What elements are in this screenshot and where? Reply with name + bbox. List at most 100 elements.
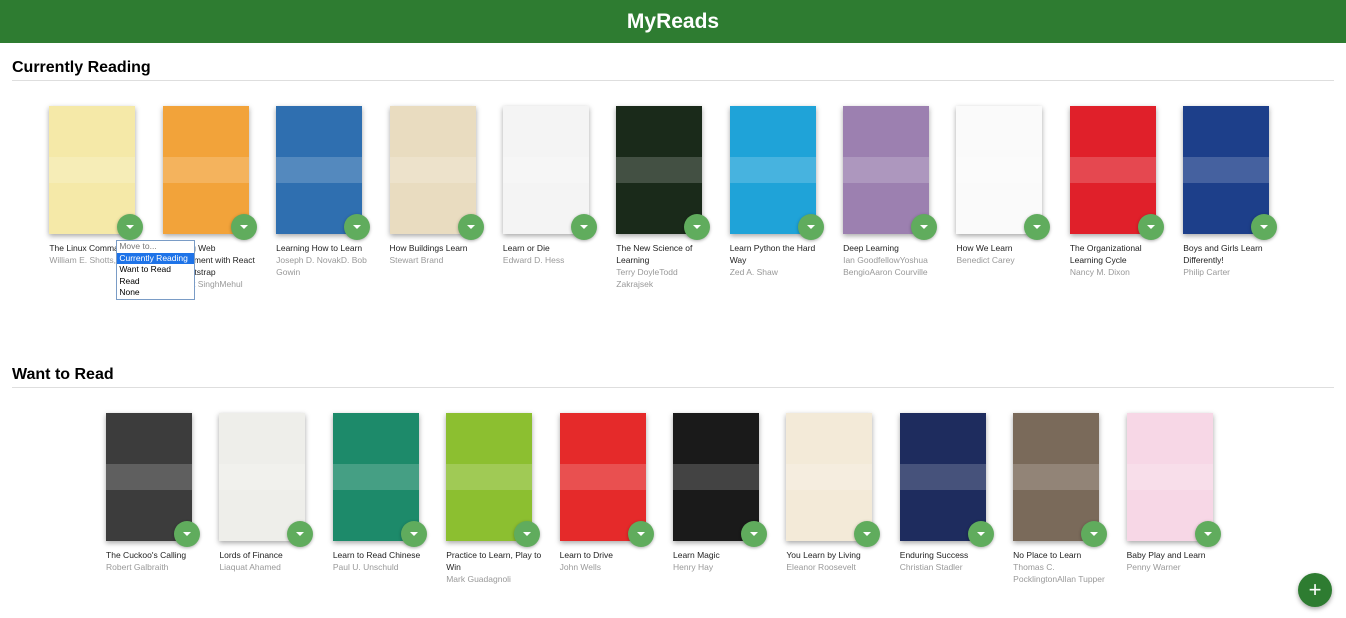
book: How Buildings Learn Stewart Brand xyxy=(389,106,503,302)
book-authors: Nancy M. Dixon xyxy=(1069,267,1130,277)
book-cover xyxy=(1069,106,1156,234)
shelf-changer-button[interactable] xyxy=(230,214,257,240)
book-authors: Stewart Brand xyxy=(389,255,444,265)
book-title: Deep Learning xyxy=(843,243,899,253)
dropdown-option[interactable]: Currently Reading xyxy=(117,252,195,264)
book: Deep Learning Ian GoodfellowYoshua Bengio… xyxy=(843,106,956,302)
book-title: Practice to Learn, Play to Win xyxy=(446,550,542,572)
book-authors: Paul U. Unschuld xyxy=(332,562,399,572)
book-cover xyxy=(616,106,703,234)
book-title: Baby Play and Learn xyxy=(1126,550,1206,560)
book-authors: Ian GoodfellowYoshua BengioAaron Courvil… xyxy=(843,255,928,277)
book-cover xyxy=(1126,413,1213,541)
book: The New Science of Learning Terry DoyleTo… xyxy=(616,106,729,302)
book-cover xyxy=(729,106,816,234)
app-title: MyReads xyxy=(626,9,720,33)
book-title: How We Learn xyxy=(956,243,1013,253)
book-cover xyxy=(502,106,589,234)
book-title: The Cuckoo's Calling xyxy=(106,550,187,560)
book: Baby Play and Learn Penny Warner xyxy=(1126,413,1240,585)
shelf-changer-button[interactable] xyxy=(741,521,767,547)
book-authors: Edward D. Hess xyxy=(502,255,565,265)
shelf-title: Currently Reading xyxy=(12,59,1334,81)
book: Lords of Finance Liaquat Ahamed xyxy=(219,413,332,585)
book: Enduring Success Christian Stadler xyxy=(899,413,1013,585)
book-cover xyxy=(332,413,419,541)
shelf-changer-button[interactable] xyxy=(400,521,427,547)
book-title: Learning How to Learn xyxy=(276,243,363,253)
book: How We Learn Benedict Carey xyxy=(956,106,1069,302)
shelf-changer-button[interactable] xyxy=(797,214,824,240)
book-authors: Robert Galbraith xyxy=(106,562,169,572)
book-cover xyxy=(276,106,363,234)
shelf-changer-button[interactable] xyxy=(1137,214,1164,240)
dropdown-option[interactable]: None xyxy=(117,287,194,299)
book: Learn or Die Edward D. Hess xyxy=(502,106,616,302)
book-authors: Eleanor Roosevelt xyxy=(786,562,856,572)
shelf-changer-button[interactable] xyxy=(174,521,201,547)
book: No Place to Learn Thomas C. PocklingtonAl… xyxy=(1013,413,1126,585)
book-cover xyxy=(162,106,249,234)
book-authors: Thomas C. PocklingtonAllan Tupper xyxy=(1013,562,1105,584)
book-title: Learn or Die xyxy=(502,243,550,253)
book-cover xyxy=(389,106,476,234)
book: The Organizational Learning Cycle Nancy M… xyxy=(1069,106,1183,302)
book-title: No Place to Learn xyxy=(1013,550,1082,560)
shelf-changer-button[interactable] xyxy=(1024,214,1051,240)
book-authors: Joseph D. NovakD. Bob Gowin xyxy=(276,255,367,277)
shelf-changer-button[interactable] xyxy=(1081,521,1108,547)
book-title: Enduring Success xyxy=(899,550,969,560)
shelf-changer-button[interactable] xyxy=(627,521,654,547)
book-title: You Learn by Living xyxy=(786,550,861,560)
book-authors: Henry Hay xyxy=(673,562,714,572)
shelf-changer-button[interactable] xyxy=(967,521,994,547)
shelf-changer-button[interactable] xyxy=(344,214,371,240)
books-grid: The Cuckoo's Calling Robert Galbraith Lord… xyxy=(12,388,1334,585)
book: Practice to Learn, Play to Win Mark Guada… xyxy=(446,413,559,585)
book: Learn Magic Henry Hay xyxy=(673,413,786,585)
add-book-button[interactable]: + xyxy=(1298,573,1332,607)
book: The Linux Command Line William E. Shotts,… xyxy=(49,106,196,302)
book-authors: Zed A. Shaw xyxy=(729,267,778,277)
book-title: The Organizational Learning Cycle xyxy=(1069,243,1142,265)
shelf-changer-button[interactable] xyxy=(117,214,144,240)
book-authors: Penny Warner xyxy=(1126,562,1181,572)
book-title: Lords of Finance xyxy=(219,550,283,560)
dropdown-header: Move to... xyxy=(119,241,157,251)
book-authors: John Wells xyxy=(559,562,602,572)
book-cover xyxy=(559,413,646,541)
shelf-changer-button[interactable] xyxy=(684,214,711,240)
shelf-changer-button[interactable] xyxy=(457,214,484,240)
book-cover xyxy=(1183,106,1270,234)
book-title: How Buildings Learn xyxy=(389,243,468,253)
book-cover xyxy=(106,413,193,541)
shelf-changer-button[interactable] xyxy=(854,521,881,547)
book: Learn to Drive John Wells xyxy=(559,413,673,585)
book-title: Learn to Drive xyxy=(559,550,613,560)
shelf-changer-button[interactable] xyxy=(287,521,314,547)
dropdown-option[interactable]: Read xyxy=(117,276,194,288)
book: Learn Python the Hard Way Zed A. Shaw xyxy=(729,106,843,302)
plus-icon: + xyxy=(1308,577,1322,602)
book-authors: Liaquat Ahamed xyxy=(219,562,281,572)
book: Boys and Girls Learn Differently! Philip … xyxy=(1183,106,1296,302)
shelf-changer-button[interactable] xyxy=(911,214,938,240)
book-authors: Mark Guadagnoli xyxy=(446,574,511,584)
book-title: Learn to Read Chinese xyxy=(332,550,421,560)
book-authors: Christian Stadler xyxy=(899,562,963,572)
book-title: Boys and Girls Learn Differently! xyxy=(1183,243,1263,265)
shelf-changer-dropdown[interactable]: Move to... Currently Reading Want to Read R… xyxy=(116,240,196,300)
book-cover xyxy=(673,413,759,541)
book: Learn to Read Chinese Paul U. Unschuld xyxy=(332,413,446,585)
shelf-changer-button[interactable] xyxy=(1194,521,1221,547)
shelf-changer-button[interactable] xyxy=(514,521,541,547)
book: Learning How to Learn Joseph D. NovakD. B… xyxy=(276,106,389,302)
shelf-changer-button[interactable] xyxy=(1251,214,1278,240)
book-authors: Philip Carter xyxy=(1183,267,1231,277)
shelf-title: Want to Read xyxy=(12,366,1334,388)
book: The Cuckoo's Calling Robert Galbraith xyxy=(106,413,219,585)
shelf-changer-button[interactable] xyxy=(570,214,597,240)
dropdown-option[interactable]: Want to Read xyxy=(117,264,194,276)
book-cover xyxy=(1013,413,1100,541)
bookshelf: Currently Reading The Linux Command Line W… xyxy=(12,59,1334,302)
